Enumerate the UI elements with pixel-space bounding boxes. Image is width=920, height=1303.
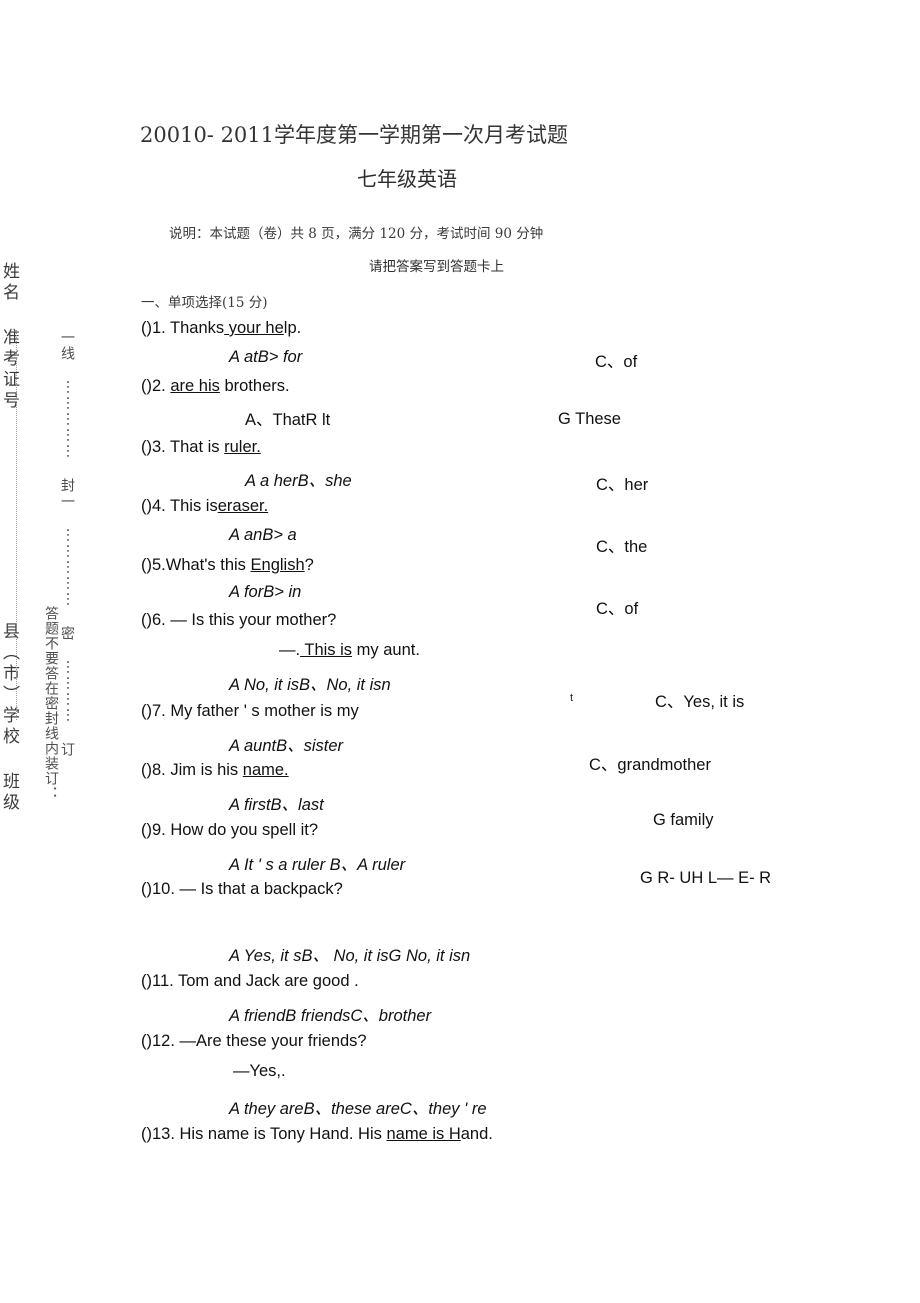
- question-stem-7: ()7. My father ' s mother is my: [141, 702, 359, 721]
- question-stem-11: ()11. Tom and Jack are good .: [141, 972, 359, 991]
- sidebar-school-class: 县（市）学校 班级: [0, 622, 19, 814]
- exam-instructions-line-1: 说明：本试题（卷）共 8 页，满分 120 分，考试时间 90 分钟: [169, 226, 544, 242]
- q6-stem-pre: ()6. — Is this your mother?: [141, 611, 337, 629]
- q6-reply-post: my aunt.: [352, 641, 420, 659]
- q9-stem-pre: ()9. How do you spell it?: [141, 821, 318, 839]
- q2-options-left-text: A、ThatR lt: [245, 411, 331, 429]
- question-options-left-11: A friendB friendsC、brother: [229, 1002, 431, 1026]
- question-options-left-3: A a herB、she: [245, 467, 352, 491]
- sidebar-seal-line-marks: 一线 ⋯⋯⋯⋯⋯ 封一 ⋯⋯⋯⋯⋯ 密 ⋯⋯⋯⋯ 订: [59, 330, 75, 758]
- question-options-left-12: A they areB、these areC、they ' re: [229, 1095, 487, 1119]
- question-options-right-2: G These: [558, 410, 621, 428]
- question-options-right-9: G R- UH L— E- R: [640, 869, 772, 887]
- question-options-right-5: C、of: [596, 600, 639, 618]
- question-options-left-1: A atB> for: [229, 348, 302, 367]
- question-stem-12: ()12. —Are these your friends?: [141, 1032, 367, 1051]
- q6-reply-blank: This is: [300, 641, 353, 659]
- q5-stem-pre: ()5.What's this: [141, 556, 251, 574]
- q2-stem-post: brothers.: [219, 377, 290, 395]
- q7-options-left-text: A auntB、sister: [229, 737, 344, 755]
- q10-options-left-text: A Yes, it sB、 No, it isG No, it isn: [229, 947, 471, 965]
- q1-options-left-text: A atB> for: [229, 348, 303, 366]
- section-heading-multiple-choice: 一、单项选择(15 分): [141, 295, 268, 311]
- q4-stem-pre: ()4. This is: [141, 497, 218, 515]
- question-options-left-5: A forB> in: [229, 583, 301, 602]
- question-stem-5: ()5.What's this English?: [141, 556, 314, 575]
- q5-options-left-text: A forB> in: [229, 583, 302, 601]
- q11-stem-pre: ()11. Tom and Jack are good .: [141, 972, 359, 990]
- question-options-right-1: C、of: [595, 353, 638, 371]
- q9-options-left-text: A It ' s a ruler B、A ruler: [229, 856, 406, 874]
- q6-reply-pre: —.: [279, 641, 301, 659]
- q8-blank: name.: [242, 761, 289, 779]
- q12-reply-pre: —Yes,.: [233, 1062, 286, 1080]
- sidebar-do-not-write-warning: 答题不要答在密封线内装订：: [43, 606, 59, 801]
- question-stem-13: ()13. His name is Tony Hand. His name is…: [141, 1125, 493, 1144]
- page-subtitle: 七年级英语: [357, 167, 457, 191]
- q12-stem-pre: ()12. —Are these your friends?: [141, 1032, 367, 1050]
- question-reply-12: —Yes,.: [233, 1062, 286, 1081]
- question-options-left-7: A auntB、sister: [229, 732, 343, 756]
- q5-stem-post: ?: [304, 556, 314, 574]
- q4-blank: eraser.: [217, 497, 269, 515]
- question-options-right-3: C、her: [596, 476, 649, 494]
- question-options-right-7: C、grandmother: [589, 756, 711, 774]
- q13-stem-post: and.: [460, 1125, 493, 1143]
- q8-options-left-text: A firstB、last: [229, 796, 324, 814]
- question-reply-6: —. This is my aunt.: [279, 641, 420, 660]
- question-options-left-10: A Yes, it sB、 No, it isG No, it isn: [229, 942, 470, 966]
- q12-options-left-text: A they areB、these areC、they ' re: [229, 1100, 487, 1118]
- q6-options-left-text: A No, it isB、No, it isn: [229, 676, 391, 694]
- question-options-left-9: A It ' s a ruler B、A ruler: [229, 851, 405, 875]
- q1-blank: your he: [224, 319, 284, 337]
- q3-stem-pre: ()3. That is: [141, 438, 225, 456]
- q8-stem-pre: ()8. Jim is his: [141, 761, 243, 779]
- question-options-right-6: C、Yes, it is: [655, 693, 745, 711]
- page-title: 20010- 2011学年度第一学期第一次月考试题: [140, 123, 569, 147]
- question-stem-1: ()1. Thanks your help.: [141, 319, 301, 338]
- question-stem-6: ()6. — Is this your mother?: [141, 611, 336, 630]
- question-stem-4: ()4. This iseraser.: [141, 497, 268, 516]
- q10-stem-pre: ()10. — Is that a backpack?: [141, 880, 343, 898]
- exam-paper-page: 姓名 准考证号 县（市）学校 班级 一线 ⋯⋯⋯⋯⋯ 封一 ⋯⋯⋯⋯⋯ 密 ⋯⋯…: [0, 0, 920, 1303]
- question-options-left-2: A、ThatR lt: [245, 406, 330, 430]
- stray-mark-q6: t: [570, 692, 574, 704]
- q3-options-left-text: A a herB、she: [245, 472, 352, 490]
- question-stem-2: ()2. are his brothers.: [141, 377, 290, 396]
- q13-stem-pre: ()13. His name is Tony Hand. His: [141, 1125, 387, 1143]
- question-options-right-8: G family: [653, 811, 714, 829]
- q4-options-left-text: A anB> a: [229, 526, 297, 544]
- sealing-sidebar: 姓名 准考证号 县（市）学校 班级 一线 ⋯⋯⋯⋯⋯ 封一 ⋯⋯⋯⋯⋯ 密 ⋯⋯…: [0, 0, 110, 1303]
- sidebar-name-exam-number: 姓名 准考证号: [0, 262, 19, 412]
- q7-stem-pre: ()7. My father ' s mother is my: [141, 702, 359, 720]
- q2-stem-pre: ()2.: [141, 377, 171, 395]
- question-options-left-4: A anB> a: [229, 526, 297, 545]
- question-options-left-8: A firstB、last: [229, 791, 324, 815]
- q2-blank: are his: [170, 377, 220, 395]
- question-stem-8: ()8. Jim is his name.: [141, 761, 289, 780]
- question-options-right-4: C、the: [596, 538, 648, 556]
- q3-blank: ruler.: [224, 438, 261, 456]
- question-stem-9: ()9. How do you spell it?: [141, 821, 318, 840]
- q11-options-left-text: A friendB friendsC、brother: [229, 1007, 432, 1025]
- question-options-left-6: A No, it isB、No, it isn: [229, 671, 391, 695]
- q13-blank: name is H: [386, 1125, 461, 1143]
- question-stem-3: ()3. That is ruler.: [141, 438, 261, 457]
- q1-stem-pre: ()1. Thanks: [141, 319, 225, 337]
- q5-blank: English: [250, 556, 305, 574]
- question-stem-10: ()10. — Is that a backpack?: [141, 880, 343, 899]
- exam-instructions-line-2: 请把答案写到答题卡上: [369, 259, 504, 275]
- sidebar-dotted-rule: [16, 330, 18, 720]
- q1-stem-post: lp.: [283, 319, 302, 337]
